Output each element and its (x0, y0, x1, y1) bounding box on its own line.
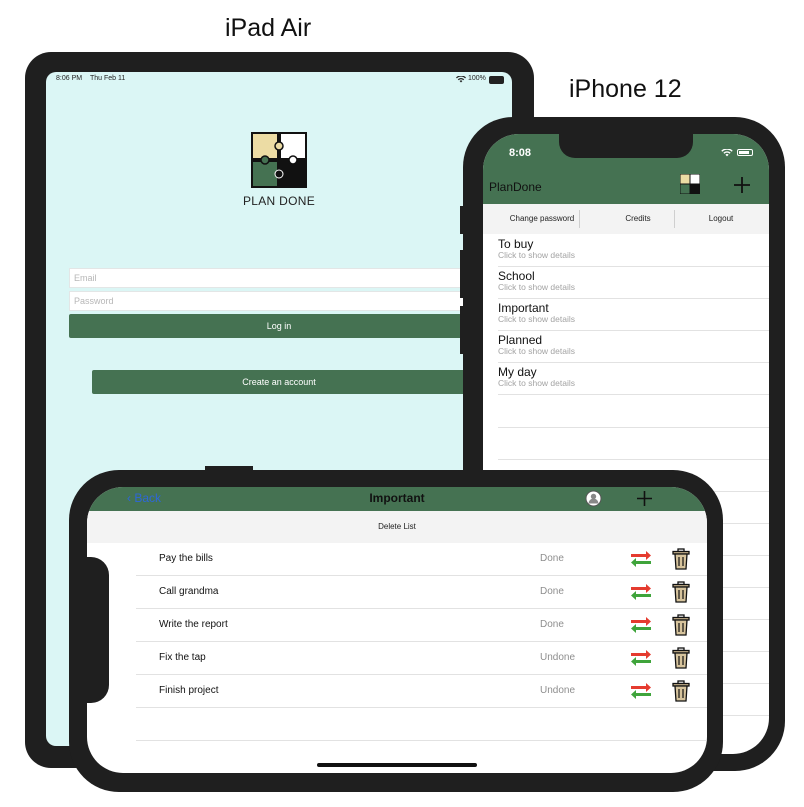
email-field[interactable]: Email (69, 268, 489, 288)
login-button[interactable]: Log in (69, 314, 489, 338)
task-title: Fix the tap (159, 652, 206, 663)
status-time: 8:08 (509, 147, 532, 159)
back-button[interactable]: ‹ Back (127, 491, 161, 505)
swap-arrows-icon[interactable] (630, 583, 652, 601)
nav-title: PlanDone (489, 180, 542, 194)
list-toolbar: Delete List (87, 511, 707, 543)
notch (559, 134, 693, 158)
task-row[interactable]: Write the report Done (136, 609, 707, 642)
list-item[interactable]: School Click to show details (498, 269, 769, 299)
back-label: Back (134, 491, 162, 505)
list-item[interactable]: Planned Click to show details (498, 333, 769, 363)
task-status: Undone (540, 652, 576, 663)
list-item-subtitle: Click to show details (498, 250, 576, 260)
nav-title: Important (369, 491, 425, 505)
empty-row (498, 395, 769, 428)
side-button (460, 250, 464, 298)
puzzle-logo-icon (251, 132, 307, 188)
task-status: Undone (540, 685, 576, 696)
delete-list-button[interactable]: Delete List (347, 511, 447, 543)
chevron-left-icon: ‹ (127, 491, 131, 505)
trash-icon[interactable] (672, 614, 690, 636)
swap-arrows-icon[interactable] (630, 682, 652, 700)
app-name: PLAN DONE (242, 194, 316, 208)
list-item-title: Important (498, 301, 549, 315)
task-row[interactable]: Call grandma Done (136, 576, 707, 609)
change-password-button[interactable]: Change password (497, 204, 587, 234)
trash-icon[interactable] (672, 548, 690, 570)
account-toolbar: Change password Credits Logout (483, 204, 769, 234)
status-battery-text: 100% (468, 75, 486, 82)
side-button (460, 206, 464, 234)
swap-arrows-icon[interactable] (630, 616, 652, 634)
divider (579, 210, 580, 228)
side-button (205, 466, 253, 471)
list-item-subtitle: Click to show details (498, 346, 576, 356)
swap-arrows-icon[interactable] (630, 550, 652, 568)
trash-icon[interactable] (672, 680, 690, 702)
list-item-subtitle: Click to show details (498, 314, 576, 324)
password-field[interactable]: Password (69, 291, 489, 311)
task-title: Pay the bills (159, 553, 213, 564)
task-title: Write the report (159, 619, 228, 630)
task-row[interactable]: Pay the bills Done (136, 543, 707, 576)
task-row[interactable]: Fix the tap Undone (136, 642, 707, 675)
home-indicator (317, 763, 477, 767)
list-item[interactable]: To buy Click to show details (498, 237, 769, 267)
profile-icon[interactable] (585, 490, 602, 507)
list-item-title: My day (498, 365, 537, 379)
ipad-air-label: iPad Air (225, 14, 312, 42)
profile-icon[interactable] (680, 174, 700, 194)
create-account-button[interactable]: Create an account (92, 370, 466, 394)
empty-row (136, 708, 707, 741)
battery-icon (489, 76, 504, 84)
divider (674, 210, 675, 228)
plus-icon[interactable] (636, 490, 653, 507)
trash-icon[interactable] (672, 647, 690, 669)
list-item-subtitle: Click to show details (498, 282, 576, 292)
battery-icon (737, 149, 753, 156)
list-item[interactable]: My day Click to show details (498, 365, 769, 395)
notch (87, 557, 109, 703)
iphone-landscape-screen: ‹ Back Important Delete List Pay the bil… (87, 487, 707, 773)
task-title: Finish project (159, 685, 219, 696)
task-title: Call grandma (159, 586, 219, 597)
trash-icon[interactable] (672, 581, 690, 603)
logout-button[interactable]: Logout (676, 204, 766, 234)
credits-button[interactable]: Credits (593, 204, 683, 234)
task-status: Done (540, 586, 564, 597)
status-date: Thu Feb 11 (90, 75, 126, 82)
task-status: Done (540, 553, 564, 564)
swap-arrows-icon[interactable] (630, 649, 652, 667)
iphone-12-label: iPhone 12 (569, 75, 682, 103)
side-button (460, 306, 464, 354)
task-status: Done (540, 619, 564, 630)
empty-row (498, 427, 769, 460)
status-time: 8:06 PM (56, 75, 83, 82)
list-item-title: School (498, 269, 535, 283)
task-row[interactable]: Finish project Undone (136, 675, 707, 708)
nav-bar: 8:08 PlanDone (483, 134, 769, 204)
wifi-icon (456, 76, 466, 83)
list-item-title: To buy (498, 237, 534, 251)
plus-icon[interactable] (733, 176, 751, 194)
list-item-subtitle: Click to show details (498, 378, 576, 388)
ipad-status-bar: 8:06 PM Thu Feb 11 100% (46, 75, 512, 87)
list-item-title: Planned (498, 333, 543, 347)
list-item[interactable]: Important Click to show details (498, 301, 769, 331)
wifi-icon (721, 149, 733, 157)
nav-bar: ‹ Back Important (87, 487, 707, 511)
